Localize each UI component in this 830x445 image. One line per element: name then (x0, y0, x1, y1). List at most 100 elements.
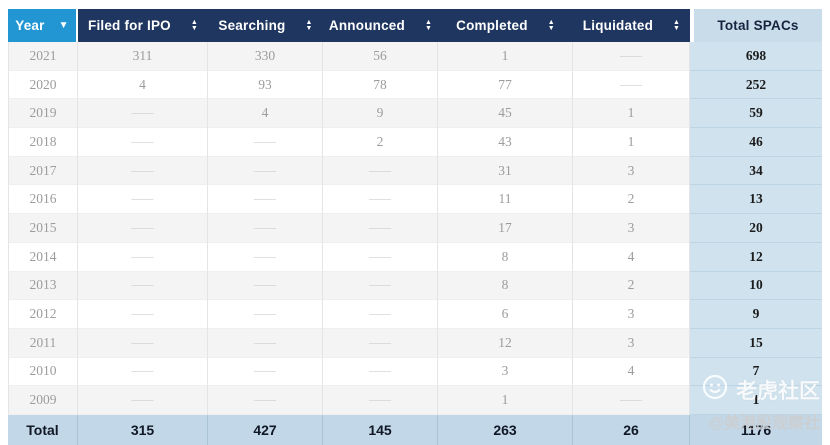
year-cell: 2015 (8, 214, 78, 243)
liquidated-cell: 4 (573, 357, 690, 387)
column-header-filed[interactable]: Filed for IPO ▲ ▼ (78, 9, 208, 42)
announced-cell: 56 (323, 42, 438, 71)
total-total-cell: 1176 (690, 414, 822, 445)
spac-table-container: Year ▼ Filed for IPO ▲ ▼ Searching ▲ ▼ Announced… (8, 9, 822, 445)
searching-cell: 4 (208, 99, 323, 129)
completed-cell: 1 (438, 42, 573, 71)
searching-cell: 93 (208, 70, 323, 100)
announced-cell: 9 (323, 99, 438, 129)
liquidated-cell: 1 (573, 128, 690, 157)
filed-cell: —— (78, 300, 208, 329)
table-row: 2021 311 330 56 1 —— 698 (8, 42, 822, 71)
searching-cell: 330 (208, 42, 323, 71)
column-header-completed[interactable]: Completed ▲ ▼ (438, 9, 573, 42)
table-row: 2012 —— —— —— 6 3 9 (8, 300, 822, 329)
sort-icon[interactable]: ▲ ▼ (548, 19, 555, 32)
column-label: Year (15, 18, 45, 33)
filed-cell: —— (78, 271, 208, 301)
total-cell: 252 (690, 70, 822, 100)
liquidated-cell: 3 (573, 156, 690, 186)
total-cell: 9 (690, 300, 822, 329)
liquidated-cell: —— (573, 70, 690, 100)
filed-cell: 4 (78, 70, 208, 100)
total-completed-cell: 263 (438, 414, 573, 445)
column-header-year[interactable]: Year ▼ (8, 9, 78, 42)
completed-cell: 43 (438, 128, 573, 157)
year-cell: 2020 (8, 70, 78, 100)
sort-icon[interactable]: ▲ ▼ (425, 19, 432, 32)
table-row: 2016 —— —— —— 11 2 13 (8, 185, 822, 215)
column-header-liquidated[interactable]: Liquidated ▲ ▼ (573, 9, 690, 42)
announced-cell: —— (323, 328, 438, 358)
searching-cell: —— (208, 357, 323, 387)
table-row: 2010 —— —— —— 3 4 7 (8, 357, 822, 387)
completed-cell: 11 (438, 185, 573, 215)
liquidated-cell: 3 (573, 214, 690, 243)
column-label: Filed for IPO (88, 18, 171, 33)
completed-cell: 12 (438, 328, 573, 358)
column-label: Announced (328, 18, 405, 33)
total-label-cell: Total (8, 414, 78, 445)
filed-cell: —— (78, 128, 208, 157)
completed-cell: 77 (438, 70, 573, 100)
sort-icon[interactable]: ▲ ▼ (191, 19, 198, 32)
completed-cell: 31 (438, 156, 573, 186)
table-row: 2015 —— —— —— 17 3 20 (8, 214, 822, 243)
table-row: 2020 4 93 78 77 —— 252 (8, 70, 822, 100)
filed-cell: 311 (78, 42, 208, 71)
sort-desc-icon[interactable]: ▼ (59, 20, 69, 31)
total-cell: 698 (690, 42, 822, 71)
header-row: Year ▼ Filed for IPO ▲ ▼ Searching ▲ ▼ Announced… (8, 9, 822, 42)
year-cell: 2014 (8, 242, 78, 272)
announced-cell: —— (323, 214, 438, 243)
filed-cell: —— (78, 242, 208, 272)
sort-icon[interactable]: ▲ ▼ (305, 19, 312, 32)
totals-row: Total 315 427 145 263 26 1176 (8, 414, 822, 445)
column-header-searching[interactable]: Searching ▲ ▼ (208, 9, 323, 42)
total-cell: 46 (690, 128, 822, 157)
total-cell: 34 (690, 156, 822, 186)
sort-icon[interactable]: ▲ ▼ (673, 19, 680, 32)
total-cell: 20 (690, 214, 822, 243)
total-cell: 1 (690, 386, 822, 415)
total-cell: 12 (690, 242, 822, 272)
total-liquidated-cell: 26 (573, 414, 690, 445)
liquidated-cell: —— (573, 42, 690, 71)
table-row: 2014 —— —— —— 8 4 12 (8, 242, 822, 272)
completed-cell: 1 (438, 386, 573, 415)
year-cell: 2019 (8, 99, 78, 129)
completed-cell: 45 (438, 99, 573, 129)
searching-cell: —— (208, 185, 323, 215)
searching-cell: —— (208, 386, 323, 415)
total-filed-cell: 315 (78, 414, 208, 445)
column-label: Liquidated (582, 18, 654, 33)
total-cell: 13 (690, 185, 822, 215)
year-cell: 2010 (8, 357, 78, 387)
searching-cell: —— (208, 242, 323, 272)
filed-cell: —— (78, 214, 208, 243)
filed-cell: —— (78, 328, 208, 358)
year-cell: 2012 (8, 300, 78, 329)
filed-cell: —— (78, 386, 208, 415)
table-row: 2011 —— —— —— 12 3 15 (8, 328, 822, 358)
announced-cell: —— (323, 300, 438, 329)
searching-cell: —— (208, 271, 323, 301)
year-cell: 2013 (8, 271, 78, 301)
completed-cell: 3 (438, 357, 573, 387)
filed-cell: —— (78, 156, 208, 186)
year-cell: 2016 (8, 185, 78, 215)
announced-cell: —— (323, 156, 438, 186)
liquidated-cell: 3 (573, 328, 690, 358)
column-header-announced[interactable]: Announced ▲ ▼ (323, 9, 438, 42)
announced-cell: —— (323, 242, 438, 272)
total-announced-cell: 145 (323, 414, 438, 445)
announced-cell: —— (323, 357, 438, 387)
liquidated-cell: 3 (573, 300, 690, 329)
liquidated-cell: —— (573, 386, 690, 415)
column-label: Total SPACs (717, 18, 799, 33)
liquidated-cell: 2 (573, 185, 690, 215)
searching-cell: —— (208, 128, 323, 157)
completed-cell: 8 (438, 242, 573, 272)
column-header-total: Total SPACs (690, 9, 822, 42)
filed-cell: —— (78, 357, 208, 387)
